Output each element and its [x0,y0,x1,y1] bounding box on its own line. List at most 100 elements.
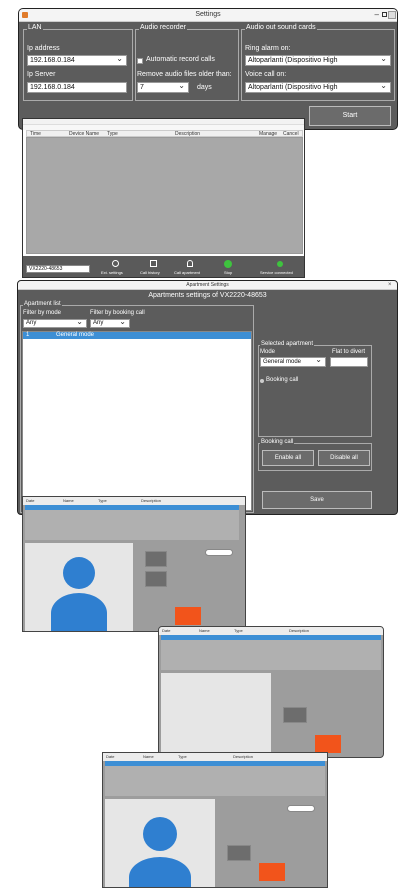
call2-hangup-button[interactable] [315,735,341,753]
ring-alarm-select[interactable]: Altoparlanti (Dispositivo High [245,54,391,66]
video-panel [25,543,133,631]
audio-out-group-label: Audio out sound cards [245,24,317,31]
call-window-3: Date Name Type Description [102,752,328,888]
call-col-date: Date [26,498,35,503]
filter-booking-label: Filter by booking call [90,310,145,316]
flat-divert-input[interactable] [330,357,368,367]
enable-all-button[interactable]: Enable all [262,450,314,466]
answer-button[interactable] [145,551,167,567]
apartment-close-icon[interactable]: × [388,282,395,288]
ip-address-select[interactable]: 192.168.0.184 [27,54,127,66]
call-col-description: Description [141,498,162,503]
call-window-1-header: Date Name Type Description [23,497,245,505]
call-list-area[interactable] [25,510,239,540]
apartment-row-id: 1 [26,332,30,338]
filter-mode-select[interactable]: Any [23,318,87,328]
apartment-settings-window: Apartment Settings × Apartments settings… [17,280,398,515]
call-apartment-label: Call apartment [174,270,201,275]
selected-apartment-label: Selected apartment [260,341,315,347]
call2-col-type: Type [234,628,243,633]
call2-col-name: Name [199,628,210,633]
disable-all-button[interactable]: Disable all [318,450,370,466]
ip-address-label: Ip address [27,45,60,52]
call3-col-name: Name [143,754,154,759]
flat-divert-label: Flat to divert [332,349,366,355]
apartment-title-bar: Apartment Settings × [18,281,397,290]
mode-select[interactable]: General mode [260,356,326,367]
device-list-window: Time Device Name Type Description Manage… [22,118,305,278]
call-window-2: Date Name Type Description [158,626,384,758]
apartment-list-label: Apartment list [23,301,62,307]
auto-record-checkbox[interactable] [137,58,143,64]
call3-video-panel [105,799,215,887]
gear-icon [112,260,119,267]
device-list-area[interactable] [26,137,303,254]
ext-settings-label: Ext. settings [101,270,123,275]
call-apartment-button[interactable]: Call apartment [173,258,209,277]
settings-window: Settings – LAN Ip address 192.168.0.184 … [18,8,398,130]
call-window-1: Date Name Type Description [22,496,246,632]
audio-recorder-group-label: Audio recorder [139,24,187,31]
stop-icon [224,260,232,268]
apartment-title: Apartment Settings [186,282,229,288]
stop-button[interactable]: Stop [213,258,243,277]
call-window-2-header: Date Name Type Description [159,627,383,635]
booking-call-checkbox-label: Booking call [266,377,299,383]
close-icon[interactable] [388,11,396,19]
avatar-body-icon [51,593,107,631]
filter-booking-select[interactable]: Any [90,318,130,328]
filter-mode-label: Filter by mode [23,310,62,316]
apartment-list[interactable]: 1 General mode [22,331,252,511]
minimize-icon[interactable]: – [375,11,379,19]
ip-server-label: Ip Server [27,71,56,78]
device-header-row: Time Device Name Type Description Manage… [26,130,303,137]
call2-answer-button[interactable] [283,707,307,723]
call3-avatar-head-icon [143,817,177,851]
settings-title: Settings [195,11,221,18]
start-button[interactable]: Start [309,106,391,126]
settings-title-bar: Settings – [19,9,397,22]
device-select-value: VX2220-48653 [29,266,63,272]
remove-files-label: Remove audio files older than: [137,71,232,78]
apartment-row-mode: General mode [56,332,95,338]
call3-volume-control[interactable] [287,805,315,812]
service-status: Service connected [259,258,303,277]
booking-call-checkbox[interactable] [260,379,264,383]
person-icon [187,260,193,267]
booking-call-group-label: Booking call [260,439,295,445]
hangup-button[interactable] [175,607,201,625]
call3-col-description: Description [233,754,254,759]
call3-answer-button[interactable] [227,845,251,861]
ip-server-input[interactable]: 192.168.0.184 [27,82,127,93]
call2-col-description: Description [289,628,310,633]
history-icon [150,260,157,267]
service-status-icon [277,261,283,267]
maximize-icon[interactable] [382,12,387,17]
call3-list-area[interactable] [105,766,325,796]
open-door-button[interactable] [145,571,167,587]
remove-days-select[interactable]: 7 [137,81,189,93]
volume-control[interactable] [205,549,233,556]
avatar-head-icon [63,557,95,589]
save-button[interactable]: Save [262,491,372,509]
apartment-subtitle: Apartments settings of VX2220-48653 [148,292,267,299]
apartment-row[interactable]: 1 General mode [23,332,251,339]
call3-col-type: Type [178,754,187,759]
call3-avatar-body-icon [129,857,191,887]
remove-days-unit: days [197,84,212,91]
call-history-button[interactable]: Call history [137,258,171,277]
call2-list-area[interactable] [161,640,381,670]
call3-col-date: Date [106,754,115,759]
ext-settings-button[interactable]: Ext. settings [99,258,133,277]
lan-group-label: LAN [27,24,43,31]
call2-video-panel [161,673,271,757]
call-col-name: Name [63,498,74,503]
auto-record-label: Automatic record calls [146,56,215,63]
device-select[interactable]: VX2220-48653 [26,265,90,273]
call3-hangup-button[interactable] [259,863,285,881]
voice-call-select[interactable]: Altoparlanti (Dispositivo High [245,81,391,93]
voice-call-label: Voice call on: [245,71,287,78]
call-col-type: Type [98,498,107,503]
call2-col-date: Date [162,628,171,633]
stop-label: Stop [224,270,233,275]
